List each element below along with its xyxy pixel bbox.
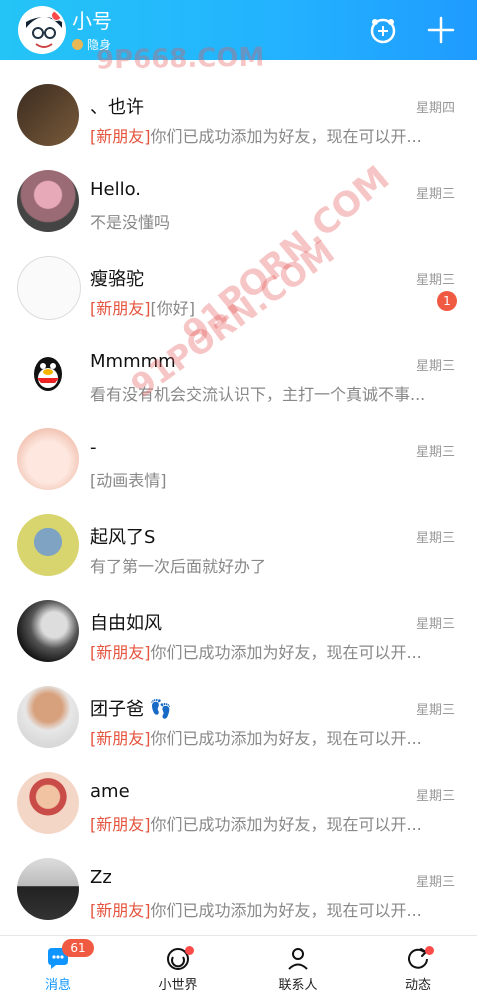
notification-dot: [185, 946, 194, 955]
status-dot-icon: [72, 39, 83, 50]
avatar: [17, 84, 79, 146]
message-row[interactable]: 、也许 星期四 [新朋友]你们已成功添加为好友，现在可以开...: [0, 60, 477, 146]
unread-badge: 1: [437, 291, 457, 311]
avatar: [17, 686, 79, 748]
message-preview: [新朋友]你们已成功添加为好友，现在可以开...: [90, 729, 422, 748]
add-button[interactable]: [423, 12, 459, 48]
game-icon: [370, 18, 396, 44]
avatar: [17, 772, 79, 834]
qq-penguin-icon: [17, 342, 79, 404]
message-preview: [动画表情]: [90, 471, 167, 490]
avatar: [17, 256, 81, 320]
message-row[interactable]: 起风了S 星期三 有了第一次后面就好办了: [0, 490, 477, 576]
contact-name: ame: [90, 781, 130, 802]
contacts-icon: [288, 948, 308, 970]
contact-name: 起风了S: [90, 527, 156, 548]
message-preview: [新朋友][你好]: [90, 299, 195, 318]
message-list: 、也许 星期四 [新朋友]你们已成功添加为好友，现在可以开... Hello. …: [0, 60, 477, 920]
message-time: 星期三: [415, 359, 455, 374]
online-status[interactable]: 隐身: [72, 36, 111, 53]
message-preview: 不是没懂吗: [90, 213, 171, 232]
message-count-badge: 61: [62, 939, 94, 957]
profile-avatar[interactable]: [18, 6, 66, 54]
contact-name: Zz: [90, 867, 112, 888]
header-actions: [365, 12, 459, 48]
message-row[interactable]: 自由如风 星期三 [新朋友]你们已成功添加为好友，现在可以开...: [0, 576, 477, 662]
bottom-nav: 61 消息 小世界 联系人 动态: [0, 935, 477, 1001]
plus-icon: [427, 16, 455, 44]
message-row[interactable]: Zz 星期三 [新朋友]你们已成功添加为好友，现在可以开...: [0, 834, 477, 920]
contact-name: 瘦骆驼: [90, 269, 144, 290]
message-preview: [新朋友]你们已成功添加为好友，现在可以开...: [90, 901, 422, 920]
message-time: 星期三: [415, 703, 455, 718]
message-time: 星期三: [415, 617, 455, 632]
page-title: 小号: [72, 9, 112, 33]
contact-name: 团子爸 👣: [90, 699, 173, 720]
avatar: [17, 600, 79, 662]
message-row[interactable]: 团子爸 👣 星期三 [新朋友]你们已成功添加为好友，现在可以开...: [0, 662, 477, 748]
message-time: 星期三: [415, 187, 455, 202]
avatar: [17, 170, 79, 232]
tab-label: 小世界: [158, 978, 198, 993]
tab-messages[interactable]: 61 消息: [28, 939, 94, 993]
tab-contacts[interactable]: 联系人: [268, 944, 328, 993]
notification-dot: [425, 946, 434, 955]
message-preview: [新朋友]你们已成功添加为好友，现在可以开...: [90, 643, 422, 662]
message-preview: 看有没有机会交流认识下，主打一个真诚不事...: [90, 385, 426, 404]
message-preview: [新朋友]你们已成功添加为好友，现在可以开...: [90, 127, 422, 146]
message-time: 星期三: [415, 531, 455, 546]
contact-name: Mmmmm: [90, 351, 176, 372]
message-row[interactable]: Mmmmm 星期三 看有没有机会交流认识下，主打一个真诚不事...: [0, 318, 477, 404]
message-preview: [新朋友]你们已成功添加为好友，现在可以开...: [90, 815, 422, 834]
avatar: [17, 858, 79, 920]
contact-name: -: [90, 437, 97, 458]
message-time: 星期三: [415, 875, 455, 890]
tab-label: 联系人: [278, 978, 318, 993]
top-header: 小号 隐身: [0, 0, 477, 60]
message-preview: 有了第一次后面就好办了: [90, 557, 267, 576]
contact-name: 自由如风: [90, 613, 162, 634]
status-label: 隐身: [87, 38, 112, 52]
profile-notification-dot: [51, 10, 62, 21]
tab-label: 动态: [404, 978, 431, 993]
message-row[interactable]: 瘦骆驼 星期三 [新朋友][你好] 1: [0, 232, 477, 320]
message-row[interactable]: - 星期三 [动画表情]: [0, 404, 477, 490]
tab-label: 消息: [44, 978, 71, 993]
avatar: [17, 342, 79, 404]
message-row[interactable]: Hello. 星期三 不是没懂吗: [0, 146, 477, 232]
contact-name: 、也许: [90, 97, 144, 118]
game-button[interactable]: [365, 12, 401, 48]
message-time: 星期三: [415, 445, 455, 460]
tab-activity[interactable]: 动态: [388, 944, 448, 993]
avatar: [17, 428, 79, 490]
tab-world[interactable]: 小世界: [148, 944, 208, 993]
message-time: 星期四: [415, 101, 455, 116]
avatar: [17, 514, 79, 576]
message-row[interactable]: ame 星期三 [新朋友]你们已成功添加为好友，现在可以开...: [0, 748, 477, 834]
message-time: 星期三: [415, 273, 455, 288]
contact-name: Hello.: [90, 179, 142, 200]
message-time: 星期三: [415, 789, 455, 804]
